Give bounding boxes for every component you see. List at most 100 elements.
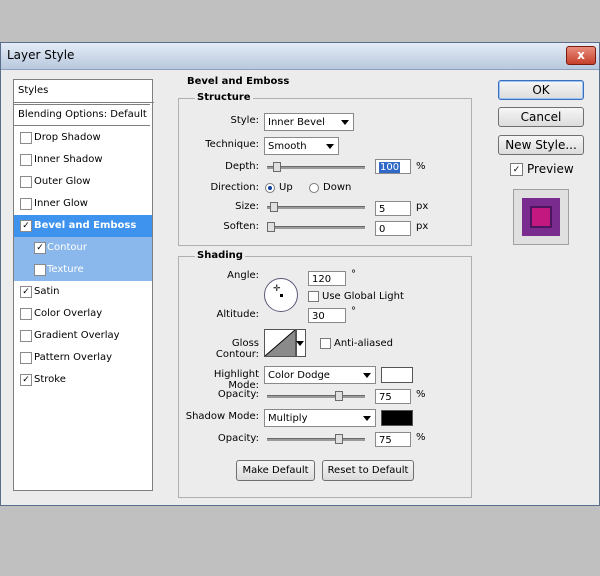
antialiased-checkbox[interactable] — [320, 338, 331, 349]
technique-select[interactable]: Smooth — [264, 137, 339, 155]
style-item-label: Texture — [47, 264, 84, 275]
chevron-down-icon — [326, 144, 334, 149]
depth-unit: % — [416, 161, 426, 172]
layer-style-dialog: Layer Style x Styles Blending Options: D… — [0, 42, 600, 506]
shadow-mode-select[interactable]: Multiply — [264, 409, 376, 427]
style-item-inner-glow[interactable]: Inner Glow — [14, 193, 152, 215]
soften-unit: px — [416, 221, 429, 232]
make-default-button[interactable]: Make Default — [236, 460, 315, 481]
style-item-checkbox[interactable] — [20, 330, 32, 342]
style-item-checkbox[interactable] — [20, 176, 32, 188]
soften-input[interactable]: 0 — [375, 221, 411, 236]
size-slider[interactable] — [267, 202, 365, 212]
highlight-opacity-unit: % — [416, 389, 426, 400]
style-label: Style: — [230, 115, 260, 126]
style-item-pattern-overlay[interactable]: Pattern Overlay — [14, 347, 152, 369]
shadow-opacity-label: Opacity: — [217, 433, 259, 444]
direction-up-radio[interactable] — [265, 183, 275, 193]
shading-title: Shading — [195, 250, 245, 261]
contour-curve-icon — [265, 330, 295, 356]
shadow-mode-label: Shadow Mode: — [185, 411, 259, 422]
angle-dial[interactable]: ✛ — [264, 278, 298, 312]
style-item-checkbox[interactable] — [34, 264, 46, 276]
chevron-down-icon — [363, 416, 371, 421]
style-item-stroke[interactable]: ✓ Stroke — [14, 369, 152, 391]
highlight-opacity-slider[interactable] — [267, 391, 365, 401]
style-item-color-overlay[interactable]: Color Overlay — [14, 303, 152, 325]
style-preview-thumbnail — [513, 189, 569, 245]
style-item-outer-glow[interactable]: Outer Glow — [14, 171, 152, 193]
soften-slider[interactable] — [267, 222, 365, 232]
style-item-label: Pattern Overlay — [34, 352, 113, 363]
direction-down-radio[interactable] — [309, 183, 319, 193]
style-item-gradient-overlay[interactable]: Gradient Overlay — [14, 325, 152, 347]
angle-input[interactable]: 120 — [308, 271, 346, 286]
gloss-contour-picker[interactable] — [264, 329, 296, 357]
section-title: Bevel and Emboss — [187, 76, 290, 87]
gloss-contour-dropdown[interactable] — [296, 329, 306, 357]
style-item-label: Stroke — [34, 374, 66, 385]
styles-header[interactable]: Styles — [14, 80, 154, 103]
technique-label: Technique: — [205, 139, 259, 150]
style-item-checkbox[interactable] — [20, 154, 32, 166]
style-item-label: Drop Shadow — [34, 132, 101, 143]
style-item-checkbox[interactable] — [20, 352, 32, 364]
highlight-opacity-thumb[interactable] — [335, 391, 343, 401]
shadow-opacity-thumb[interactable] — [335, 434, 343, 444]
style-item-checkbox[interactable]: ✓ — [20, 374, 32, 386]
crosshair-icon: ✛ — [273, 284, 281, 294]
shadow-opacity-unit: % — [416, 432, 426, 443]
style-item-checkbox[interactable]: ✓ — [20, 286, 32, 298]
style-item-texture[interactable]: Texture — [14, 259, 152, 281]
highlight-opacity-input[interactable]: 75 — [375, 389, 411, 404]
size-input[interactable]: 5 — [375, 201, 411, 216]
soften-label: Soften: — [223, 221, 259, 232]
style-item-checkbox[interactable] — [20, 308, 32, 320]
style-item-checkbox[interactable] — [20, 198, 32, 210]
close-button[interactable]: x — [566, 46, 596, 65]
highlight-color-swatch[interactable] — [381, 367, 413, 383]
style-item-bevel-and-emboss[interactable]: ✓ Bevel and Emboss — [14, 215, 152, 237]
preview-swatch-inner — [530, 206, 552, 228]
antialiased-label: Anti-aliased — [334, 338, 394, 349]
shadow-opacity-input[interactable]: 75 — [375, 432, 411, 447]
reset-default-button[interactable]: Reset to Default — [322, 460, 414, 481]
style-item-label: Inner Glow — [34, 198, 88, 209]
altitude-input[interactable]: 30 — [308, 308, 346, 323]
altitude-label: Altitude: — [216, 309, 259, 320]
blending-options[interactable]: Blending Options: Default — [14, 104, 150, 126]
style-select[interactable]: Inner Bevel — [264, 113, 354, 131]
style-item-checkbox[interactable]: ✓ — [20, 220, 32, 232]
soften-slider-thumb[interactable] — [267, 222, 275, 232]
highlight-opacity-label: Opacity: — [217, 389, 259, 400]
depth-slider-thumb[interactable] — [273, 162, 281, 172]
chevron-down-icon — [296, 341, 304, 346]
window-title: Layer Style — [7, 48, 75, 62]
style-item-contour[interactable]: ✓ Contour — [14, 237, 152, 259]
size-slider-thumb[interactable] — [270, 202, 278, 212]
style-item-checkbox[interactable]: ✓ — [34, 242, 46, 254]
preview-checkbox[interactable]: ✓ — [510, 163, 523, 176]
chevron-down-icon — [341, 120, 349, 125]
style-item-inner-shadow[interactable]: Inner Shadow — [14, 149, 152, 171]
style-item-label: Color Overlay — [34, 308, 103, 319]
ok-button[interactable]: OK — [498, 80, 584, 100]
shadow-opacity-slider[interactable] — [267, 434, 365, 444]
style-item-drop-shadow[interactable]: Drop Shadow — [14, 127, 152, 149]
style-item-label: Inner Shadow — [34, 154, 103, 165]
cancel-button[interactable]: Cancel — [498, 107, 584, 127]
depth-slider[interactable] — [267, 162, 365, 172]
structure-title: Structure — [195, 92, 253, 103]
highlight-mode-select[interactable]: Color Dodge — [264, 366, 376, 384]
style-item-satin[interactable]: ✓ Satin — [14, 281, 152, 303]
shadow-color-swatch[interactable] — [381, 410, 413, 426]
global-light-checkbox[interactable] — [308, 291, 319, 302]
style-item-label: Outer Glow — [34, 176, 91, 187]
depth-input[interactable]: 100 — [375, 159, 411, 174]
style-item-checkbox[interactable] — [20, 132, 32, 144]
altitude-unit: ° — [351, 306, 356, 317]
new-style-button[interactable]: New Style... — [498, 135, 584, 155]
angle-unit: ° — [351, 269, 356, 280]
global-light-label: Use Global Light — [322, 291, 404, 302]
depth-label: Depth: — [225, 161, 259, 172]
